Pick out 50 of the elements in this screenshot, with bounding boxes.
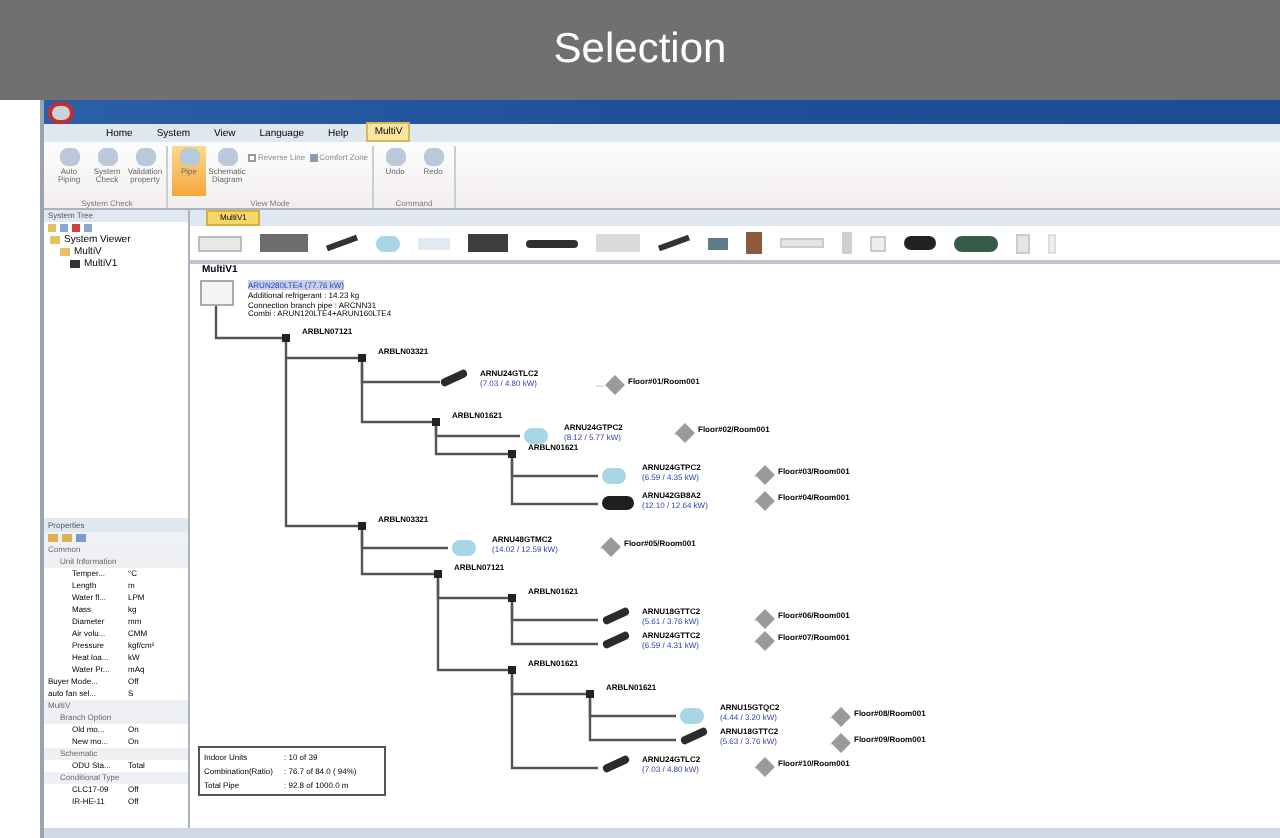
checkbox[interactable] [248, 153, 256, 161]
branch-joint-icon [508, 450, 516, 458]
branch-joint-icon [358, 522, 366, 530]
product-thumbnail[interactable] [376, 235, 400, 251]
product-thumbnail[interactable] [260, 234, 308, 252]
product-thumbnail[interactable] [198, 235, 242, 251]
cassette-unit-icon [601, 606, 631, 626]
product-thumbnail[interactable] [842, 232, 852, 254]
product-thumbnail[interactable] [708, 237, 728, 249]
delete-icon[interactable] [72, 224, 80, 232]
checkbox[interactable] [309, 153, 318, 161]
product-thumbnail[interactable] [746, 232, 762, 254]
room-icon [601, 537, 621, 557]
product-thumbnail[interactable] [870, 235, 886, 251]
product-thumbnail[interactable] [596, 234, 640, 252]
ceiling-unit-icon [602, 468, 626, 484]
product-thumbnail[interactable] [418, 237, 450, 249]
copy-icon[interactable] [60, 224, 68, 232]
ceiling-unit-icon [524, 428, 548, 444]
ceiling-unit-icon [680, 708, 704, 724]
branch-joint-icon [508, 666, 516, 674]
system-icon [70, 260, 80, 268]
cassette-unit-icon [679, 726, 709, 746]
cassette-unit-icon [601, 630, 631, 650]
duct-unit-icon [602, 496, 634, 510]
edit-icon[interactable] [84, 224, 92, 232]
branch-joint-icon [432, 418, 440, 426]
outdoor-unit-icon [200, 280, 234, 306]
cassette-unit-icon [601, 754, 631, 774]
room-icon [675, 423, 695, 443]
branch-joint-icon [508, 594, 516, 602]
product-thumbnail[interactable] [468, 234, 508, 252]
product-thumbnail[interactable] [325, 234, 359, 252]
branch-joint-icon [358, 354, 366, 362]
product-thumbnail[interactable] [780, 238, 824, 248]
branch-joint-icon [282, 334, 290, 342]
branch-joint-icon [434, 570, 442, 578]
branch-joint-icon [586, 690, 594, 698]
cassette-unit-icon [439, 368, 469, 388]
grid-icon[interactable] [76, 534, 86, 542]
product-thumbnail[interactable] [526, 239, 578, 247]
room-icon [605, 375, 625, 395]
room-icon [755, 757, 775, 777]
product-thumbnail[interactable] [954, 235, 998, 251]
ceiling-unit-icon [452, 540, 476, 556]
banner-title: Selection [553, 24, 727, 77]
app-orb-icon[interactable] [48, 101, 74, 123]
product-thumbnail[interactable] [657, 234, 691, 252]
product-thumbnail[interactable] [904, 236, 936, 250]
new-icon[interactable] [48, 224, 56, 232]
